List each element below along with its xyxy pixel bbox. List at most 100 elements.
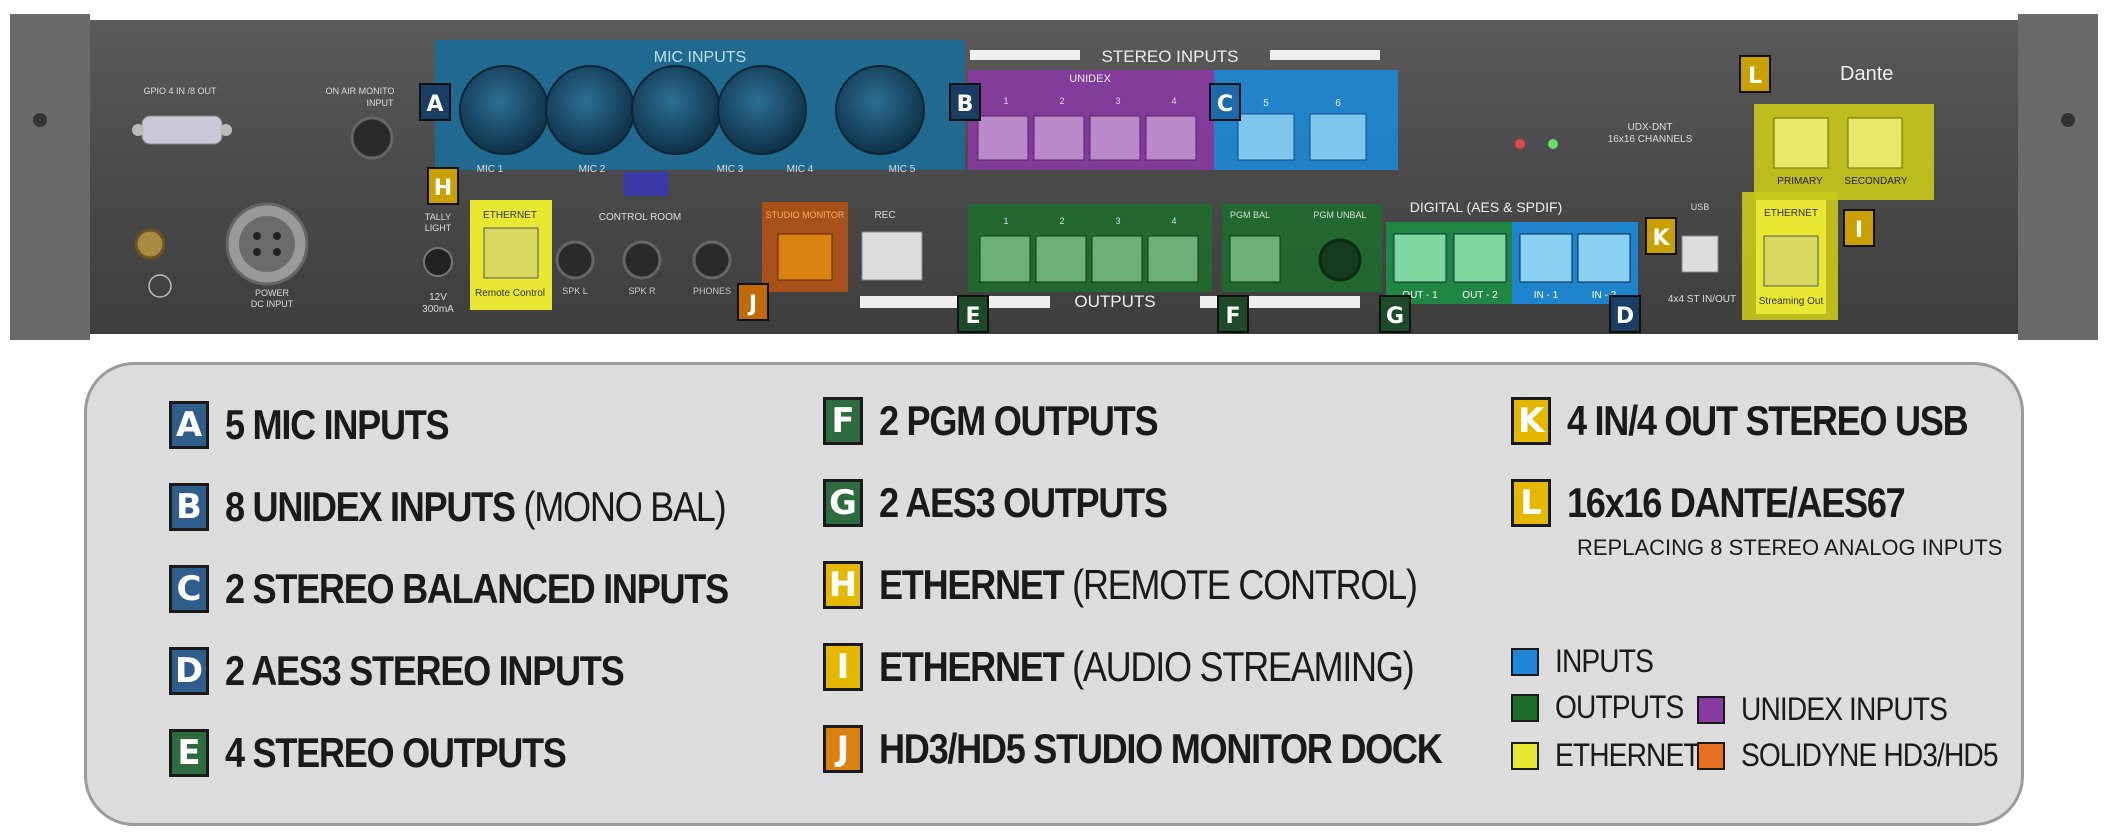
pgm-bal-label: PGM BAL <box>1230 210 1270 220</box>
port-number: 4 <box>1171 216 1176 226</box>
svg-text:I: I <box>1855 218 1863 243</box>
badge-d: D <box>1609 295 1641 333</box>
legend-text: ETHERNET (AUDIO STREAMING) <box>879 643 1415 690</box>
legend-text: 2 PGM OUTPUTS <box>879 397 1159 444</box>
stereo-bar-right <box>1270 50 1380 60</box>
remote-control-rj45-port <box>483 227 539 279</box>
port-number: 2 <box>1059 216 1064 226</box>
aes-out2-label: OUT - 2 <box>1462 290 1498 301</box>
legend-text: 2 AES3 STEREO INPUTS <box>225 647 625 694</box>
mic1-label: MIC 1 <box>477 164 504 175</box>
svg-text:F: F <box>1225 304 1240 329</box>
color-key-label: OUTPUTS <box>1555 689 1684 725</box>
legend-text: ETHERNET (REMOTE CONTROL) <box>879 561 1418 608</box>
stereo-bar-left <box>970 50 1080 60</box>
badge-l: L <box>1739 55 1771 93</box>
legend-badge: L <box>1511 479 1551 527</box>
legend-badge: K <box>1511 397 1551 445</box>
color-swatch <box>1697 741 1725 770</box>
mic3-label: MIC 3 <box>717 164 744 175</box>
mic-inputs-title: MIC INPUTS <box>654 49 746 66</box>
pgm-bal-port <box>1229 235 1281 283</box>
color-key-unidex: UNIDEX INPUTS <box>1697 691 1975 728</box>
color-key-outputs: OUTPUTS <box>1511 689 1701 726</box>
ethernet-label: ETHERNET <box>1764 208 1818 219</box>
port-number: 6 <box>1335 98 1341 109</box>
udx-label-2: 16x16 CHANNELS <box>1608 134 1693 145</box>
legend-item-d: D 2 AES3 STEREO INPUTS <box>169 647 688 695</box>
badge-h: H <box>427 167 459 205</box>
legend-item-h: H ETHERNET (REMOTE CONTROL) <box>823 561 1504 609</box>
svg-text:J: J <box>747 292 757 317</box>
legend-badge: D <box>169 647 209 695</box>
rack-screw <box>33 113 47 127</box>
remote-control-label: Remote Control <box>475 288 545 299</box>
on-air-label: ON AIR MONITO <box>326 86 395 96</box>
legend-text: 8 UNIDEX INPUTS (MONO BAL) <box>225 483 727 530</box>
gpio-label: GPIO 4 IN /8 OUT <box>143 86 217 96</box>
rec-port <box>861 231 923 281</box>
dante-logo: Dante <box>1840 63 1893 85</box>
port-number: 1 <box>1003 96 1008 106</box>
tally-label-2: LIGHT <box>425 223 452 233</box>
on-air-jack <box>350 116 394 160</box>
phones-label: PHONES <box>693 286 731 296</box>
badge-c: C <box>1209 83 1241 121</box>
port-number: 3 <box>1115 216 1120 226</box>
port-number: 4 <box>1171 96 1176 106</box>
rack-ear-left <box>10 14 90 340</box>
udx-label: UDX-DNT <box>1628 122 1673 133</box>
gpio-db15-connector <box>132 115 232 145</box>
legend-item-j: J HD3/HD5 STUDIO MONITOR DOCK <box>823 725 1533 773</box>
streaming-out-label: Streaming Out <box>1759 296 1824 307</box>
rack-ear-right <box>2018 14 2098 340</box>
led-red <box>1515 139 1525 149</box>
usb-label: USB <box>1691 202 1710 212</box>
legend-item-a: A 5 MIC INPUTS <box>169 401 485 449</box>
on-air-label-2: INPUT <box>367 98 395 108</box>
port-number: 1 <box>1003 216 1008 226</box>
legend-badge: I <box>823 643 863 691</box>
outputs-bar-left <box>860 296 1050 308</box>
power-connector <box>225 202 309 286</box>
badge-b: B <box>949 83 981 121</box>
port-number: 2 <box>1059 96 1064 106</box>
badge-a: A <box>419 83 451 121</box>
svg-text:A: A <box>426 92 443 117</box>
tally-jack <box>423 247 453 277</box>
usb-sub-label: 4x4 ST IN/OUT <box>1668 294 1736 305</box>
svg-text:E: E <box>965 304 980 329</box>
legend-text: HD3/HD5 STUDIO MONITOR DOCK <box>879 725 1443 772</box>
svg-text:H: H <box>434 176 452 201</box>
stereo-inputs-title: STEREO INPUTS <box>1102 47 1239 66</box>
legend-badge: B <box>169 483 209 531</box>
svg-text:L: L <box>1748 64 1762 89</box>
color-key-ethernet: ETHERNET <box>1511 737 1719 774</box>
legend-text: 4 STEREO OUTPUTS <box>225 729 567 776</box>
badge-g: G <box>1379 295 1411 333</box>
badge-f: F <box>1217 295 1249 333</box>
legend-badge: C <box>169 565 209 613</box>
color-key-label: INPUTS <box>1555 643 1654 679</box>
control-room-jacks <box>555 240 732 280</box>
legend-l-subtitle: REPLACING 8 STEREO ANALOG INPUTS <box>1577 535 2003 560</box>
digital-title: DIGITAL (AES & SPDIF) <box>1410 199 1562 215</box>
legend-item-g: G 2 AES3 OUTPUTS <box>823 479 1214 527</box>
legend-item-i: I ETHERNET (AUDIO STREAMING) <box>823 643 1500 691</box>
legend-badge: G <box>823 479 863 527</box>
dip-switch <box>624 172 668 196</box>
legend-text: 2 AES3 OUTPUTS <box>879 479 1168 526</box>
power-label: POWER <box>255 288 290 298</box>
tally-label: TALLY <box>425 212 451 222</box>
mic5-label: MIC 5 <box>889 164 916 175</box>
usb-port <box>1681 235 1719 273</box>
svg-text:C: C <box>1217 92 1233 117</box>
spk-r-label: SPK R <box>628 286 656 296</box>
color-key-label: UNIDEX INPUTS <box>1741 691 1948 727</box>
legend-text: 4 IN/4 OUT STEREO USB <box>1567 397 1969 444</box>
rack-screw <box>2061 113 2075 127</box>
spk-l-label: SPK L <box>562 286 588 296</box>
color-key-inputs: INPUTS <box>1511 643 1666 680</box>
color-key-label: SOLIDYNE HD3/HD5 <box>1741 737 1999 773</box>
port-number: 5 <box>1263 98 1269 109</box>
